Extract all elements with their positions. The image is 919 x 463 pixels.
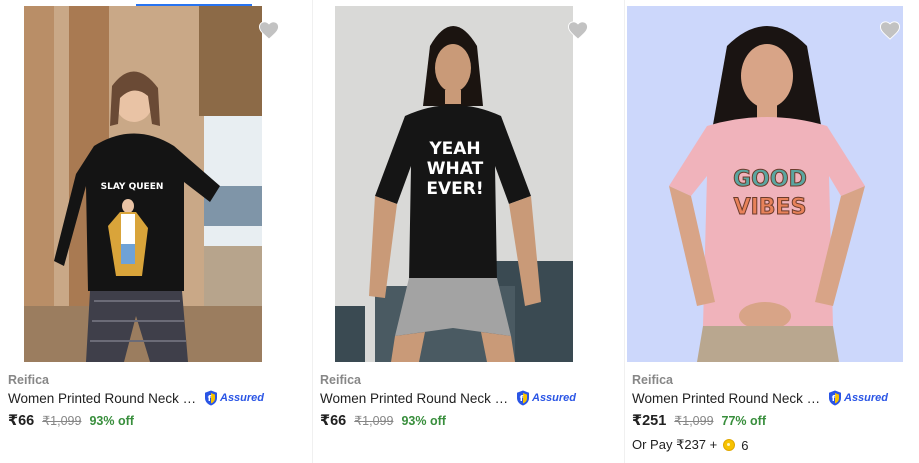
product-card[interactable]: YEAH WHAT EVER! Reifica Women Printed Ro… — [312, 0, 624, 463]
assured-badge-icon: f — [205, 390, 217, 406]
supercoin-icon — [723, 439, 736, 451]
product-card[interactable]: SLAY QUEEN Reifica Women Printed Round N… — [0, 0, 312, 463]
product-title-row[interactable]: Women Printed Round Neck Pur... f Assure… — [8, 390, 264, 406]
assured-badge-icon: f — [829, 390, 841, 406]
svg-text:f: f — [832, 394, 836, 403]
product-image[interactable]: GOOD VIBES — [627, 6, 903, 362]
price-row: ₹66 ₹1,099 93% off — [320, 413, 446, 429]
supercoin-offer: Or Pay ₹237 + 6 — [632, 437, 748, 453]
svg-text:YEAH: YEAH — [428, 139, 480, 159]
heart-icon[interactable] — [879, 20, 901, 40]
svg-text:VIBES: VIBES — [734, 195, 807, 220]
original-price: ₹1,099 — [674, 414, 714, 428]
product-card[interactable]: GOOD VIBES Reifica Women Printed Round N… — [624, 0, 919, 463]
assured-label: Assured — [532, 392, 577, 404]
product-brand: Reifica — [8, 373, 49, 387]
product-title[interactable]: Women Printed Round Neck Pur... — [632, 391, 824, 406]
heart-icon[interactable] — [258, 20, 280, 40]
svg-text:EVER!: EVER! — [426, 179, 483, 199]
assured-badge: f Assured — [204, 390, 264, 406]
product-title-row[interactable]: Women Printed Round Neck Pur... f Assure… — [320, 390, 576, 406]
selling-price: ₹66 — [320, 413, 347, 429]
product-image[interactable]: YEAH WHAT EVER! — [335, 6, 573, 362]
product-photo-illustration: SLAY QUEEN — [24, 6, 262, 362]
svg-text:f: f — [520, 394, 524, 403]
assured-badge: f Assured — [828, 390, 888, 406]
svg-text:WHAT: WHAT — [427, 159, 484, 179]
product-brand: Reifica — [320, 373, 361, 387]
product-title[interactable]: Women Printed Round Neck Pur... — [320, 391, 512, 406]
product-photo-illustration: YEAH WHAT EVER! — [335, 6, 573, 362]
shirt-print-text: SLAY QUEEN — [101, 182, 164, 192]
assured-label: Assured — [844, 392, 889, 404]
discount-percent: 93% off — [401, 414, 446, 428]
discount-percent: 77% off — [721, 414, 766, 428]
price-row: ₹66 ₹1,099 93% off — [8, 413, 134, 429]
heart-icon[interactable] — [567, 20, 589, 40]
original-price: ₹1,099 — [42, 414, 82, 428]
svg-text:GOOD: GOOD — [733, 167, 807, 192]
shirt-print-text: YEAH WHAT EVER! — [426, 139, 483, 199]
assured-badge: f Assured — [516, 390, 576, 406]
product-title-row[interactable]: Women Printed Round Neck Pur... f Assure… — [632, 390, 888, 406]
assured-label: Assured — [220, 392, 265, 404]
price-row: ₹251 ₹1,099 77% off — [632, 413, 766, 429]
svg-text:f: f — [208, 394, 212, 403]
discount-percent: 93% off — [89, 414, 134, 428]
coin-count: 6 — [741, 437, 749, 453]
product-title[interactable]: Women Printed Round Neck Pur... — [8, 391, 200, 406]
selling-price: ₹251 — [632, 413, 667, 429]
pay-with-coins-text: Or Pay ₹237 + — [632, 437, 718, 452]
selling-price: ₹66 — [8, 413, 35, 429]
product-brand: Reifica — [632, 373, 673, 387]
assured-badge-icon: f — [517, 390, 529, 406]
product-photo-illustration: GOOD VIBES — [627, 6, 903, 362]
product-image[interactable]: SLAY QUEEN — [24, 6, 262, 362]
original-price: ₹1,099 — [354, 414, 394, 428]
